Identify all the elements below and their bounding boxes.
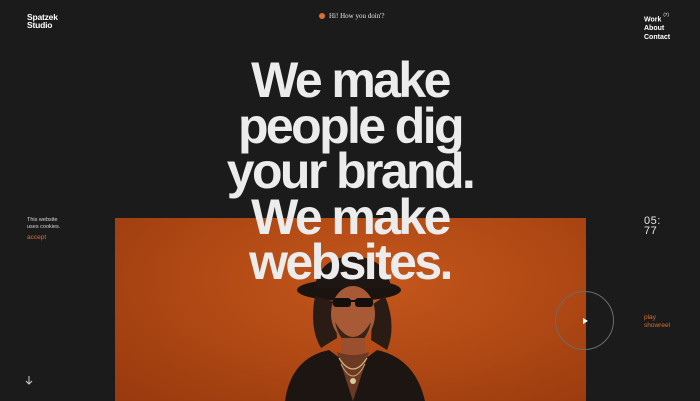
showreel-label-line: showreel — [644, 322, 671, 329]
logo[interactable]: Spatzek Studio — [27, 13, 58, 30]
nav-item-label: About — [644, 25, 665, 33]
clock: 05: 77 — [644, 216, 661, 237]
nav-item-about[interactable]: About — [644, 24, 670, 33]
status-dot-icon — [319, 13, 325, 19]
play-showreel-circle[interactable] — [555, 291, 614, 350]
play-icon — [583, 318, 588, 324]
greeting-text: Hi! How you doin'? — [329, 12, 385, 20]
showreel-label-line: play — [644, 314, 656, 321]
nav-item-contact[interactable]: Contact — [644, 33, 670, 42]
cookie-text-line: uses cookies. — [27, 224, 61, 230]
headline-line: your brand. — [226, 143, 476, 199]
nav-item-label: Contact — [644, 34, 671, 42]
accept-cookies-button[interactable]: accept — [27, 234, 60, 241]
headline-line: We make — [251, 52, 451, 108]
nav-item-work[interactable]: Work(7) — [644, 12, 670, 24]
arrow-down-icon[interactable] — [24, 375, 34, 385]
main-nav: Work(7) About Contact — [644, 12, 670, 42]
logo-line: Studio — [27, 20, 53, 30]
clock-line: 77 — [644, 225, 658, 237]
greeting: Hi! How you doin'? — [319, 12, 385, 20]
cookie-text-line: This website — [27, 217, 58, 223]
nav-item-label: Work — [644, 16, 662, 24]
play-showreel-link[interactable]: play showreel — [644, 314, 670, 330]
cookie-notice: This website uses cookies. accept — [27, 217, 60, 241]
hero-headline: We make people dig your brand. We make w… — [0, 52, 700, 290]
page: We make people dig your brand. We make w… — [0, 0, 700, 401]
work-count: (7) — [663, 12, 669, 17]
headline-line: websites. — [249, 234, 453, 290]
